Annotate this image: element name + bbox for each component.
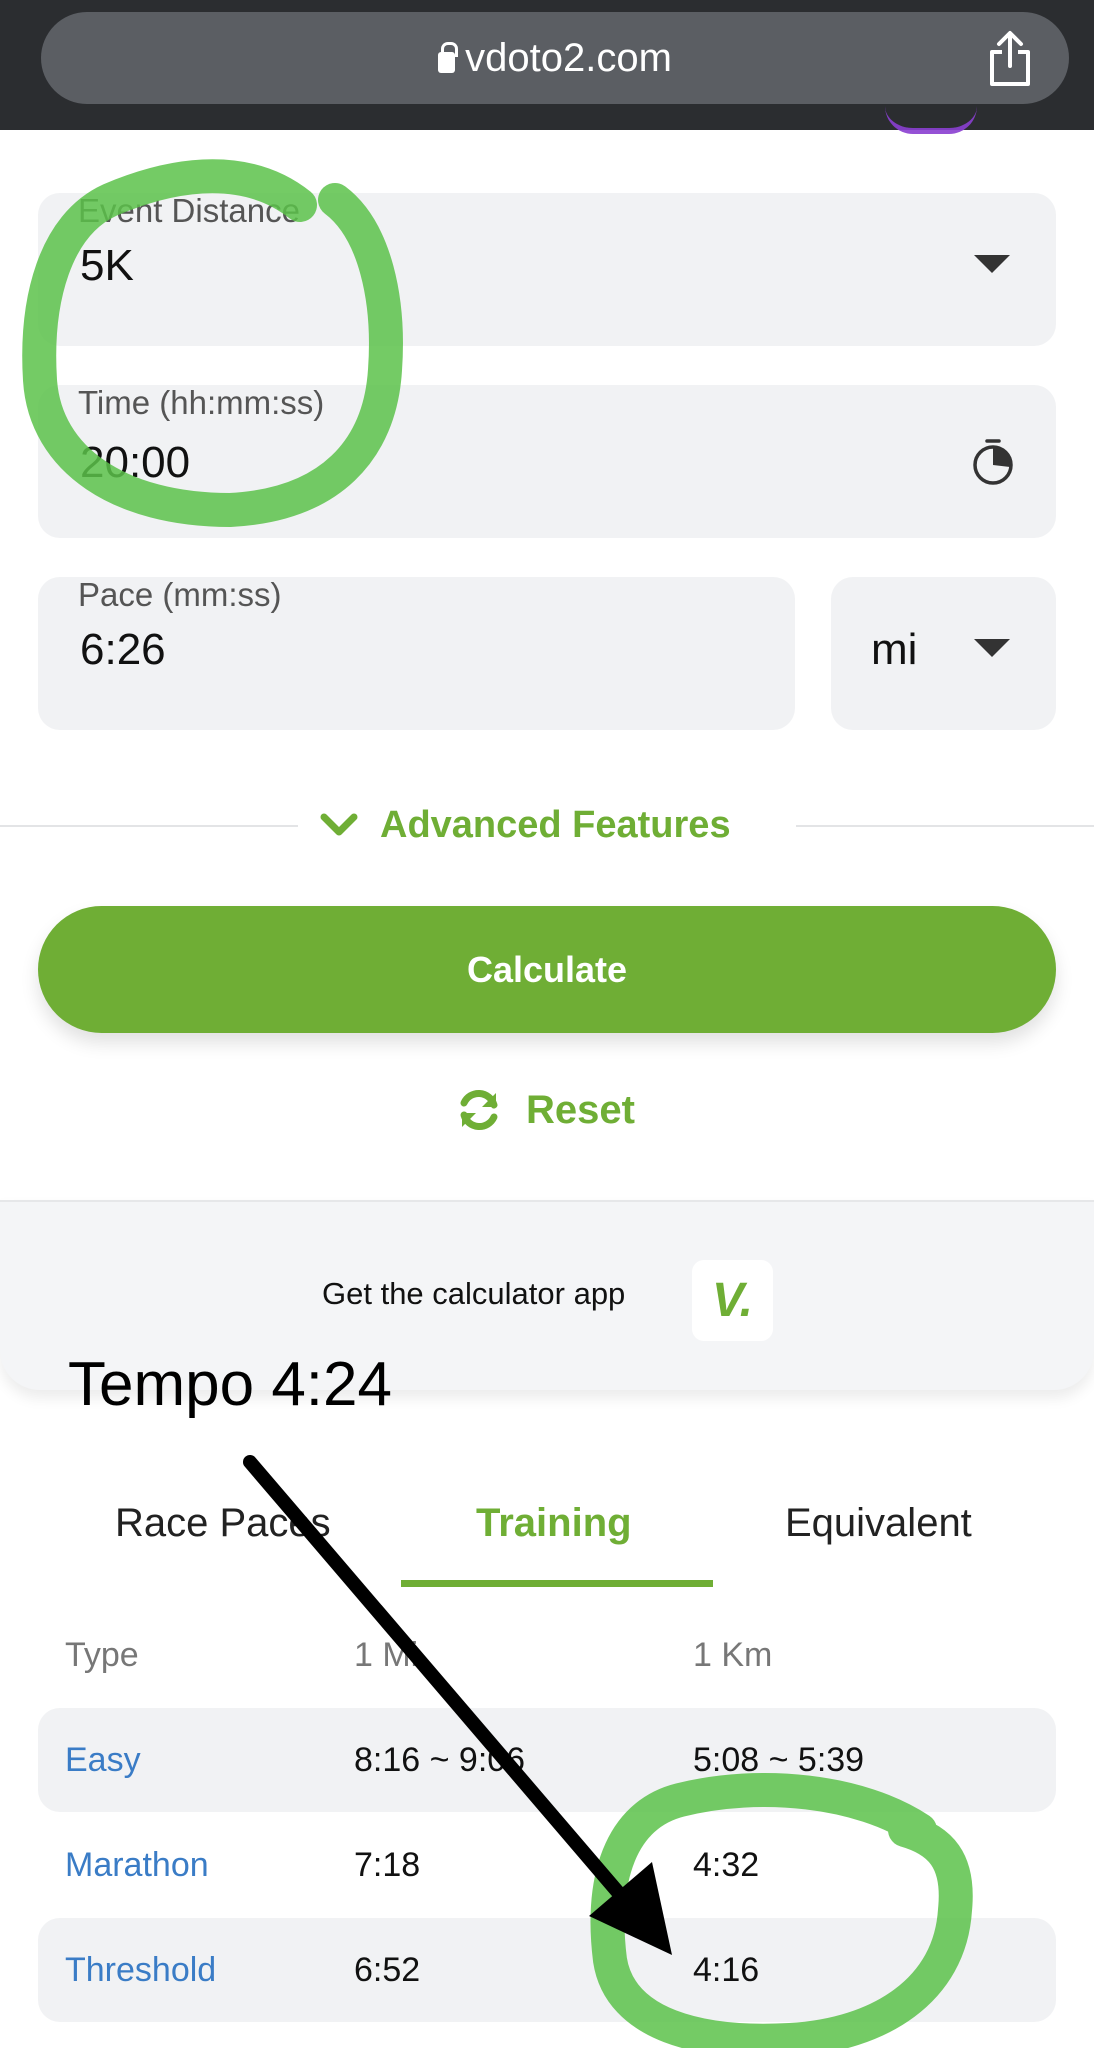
event-distance-label: Event Distance	[78, 192, 300, 229]
pace-type-link[interactable]: Threshold	[65, 1950, 216, 1990]
column-header-mile: 1 Mi	[354, 1636, 419, 1674]
divider-right	[796, 825, 1094, 827]
pace-label: Pace (mm:ss)	[78, 576, 282, 613]
column-header-km: 1 Km	[693, 1636, 773, 1674]
time-value: 20:00	[80, 438, 191, 487]
km-pace: 4:16	[693, 1951, 760, 1989]
app-promo-text: Get the calculator app	[322, 1276, 626, 1311]
pace-unit-value: mi	[871, 625, 918, 674]
stopwatch-icon[interactable]	[970, 437, 1016, 487]
mile-pace: 6:52	[354, 1951, 421, 1989]
reset-label: Reset	[526, 1087, 635, 1132]
url-display[interactable]: vdoto2.com	[41, 38, 1069, 78]
chevron-down-icon	[974, 255, 1010, 273]
pace-value: 6:26	[80, 625, 166, 674]
tab-equivalent[interactable]: Equivalent	[785, 1500, 972, 1546]
table-row: Easy 8:16 ~ 9:06 5:08 ~ 5:39	[38, 1708, 1056, 1812]
pace-unit-select[interactable]: mi	[831, 577, 1056, 730]
chevron-down-icon	[974, 639, 1010, 657]
calculate-button[interactable]: Calculate	[38, 906, 1056, 1033]
mile-pace: 7:18	[354, 1846, 421, 1884]
app-logo[interactable]: V.	[692, 1260, 773, 1341]
advanced-features-label: Advanced Features	[380, 803, 731, 846]
table-row: Threshold 6:52 4:16	[38, 1918, 1056, 2022]
chevron-down-icon	[320, 813, 358, 836]
mile-pace: 8:16 ~ 9:06	[354, 1741, 526, 1779]
reset-button[interactable]: Reset	[456, 1082, 635, 1138]
table-row: Marathon 7:18 4:32	[38, 1813, 1056, 1917]
annotation-tempo-text: Tempo 4:24	[68, 1350, 392, 1419]
address-bar[interactable]: vdoto2.com	[41, 12, 1069, 104]
advanced-features-toggle[interactable]: Advanced Features	[320, 800, 731, 850]
event-distance-select[interactable]: Event Distance 5K	[38, 193, 1056, 346]
active-tab-indicator	[401, 1580, 713, 1587]
time-label: Time (hh:mm:ss)	[78, 384, 325, 421]
refresh-icon	[460, 1090, 498, 1130]
pace-field[interactable]: Pace (mm:ss) 6:26	[38, 577, 795, 730]
column-header-type: Type	[65, 1636, 139, 1674]
share-icon[interactable]	[985, 30, 1035, 88]
lock-icon	[438, 42, 459, 73]
km-pace: 4:32	[693, 1846, 760, 1884]
km-pace: 5:08 ~ 5:39	[693, 1741, 865, 1779]
pace-type-link[interactable]: Easy	[65, 1740, 141, 1780]
tab-training[interactable]: Training	[476, 1500, 632, 1546]
avatar-edge	[885, 106, 977, 134]
divider-left	[0, 825, 298, 827]
time-field[interactable]: Time (hh:mm:ss) 20:00	[38, 385, 1056, 538]
event-distance-value: 5K	[80, 241, 134, 290]
pace-type-link[interactable]: Marathon	[65, 1845, 209, 1885]
tab-race-paces[interactable]: Race Paces	[115, 1500, 331, 1546]
url-text: vdoto2.com	[465, 36, 672, 80]
